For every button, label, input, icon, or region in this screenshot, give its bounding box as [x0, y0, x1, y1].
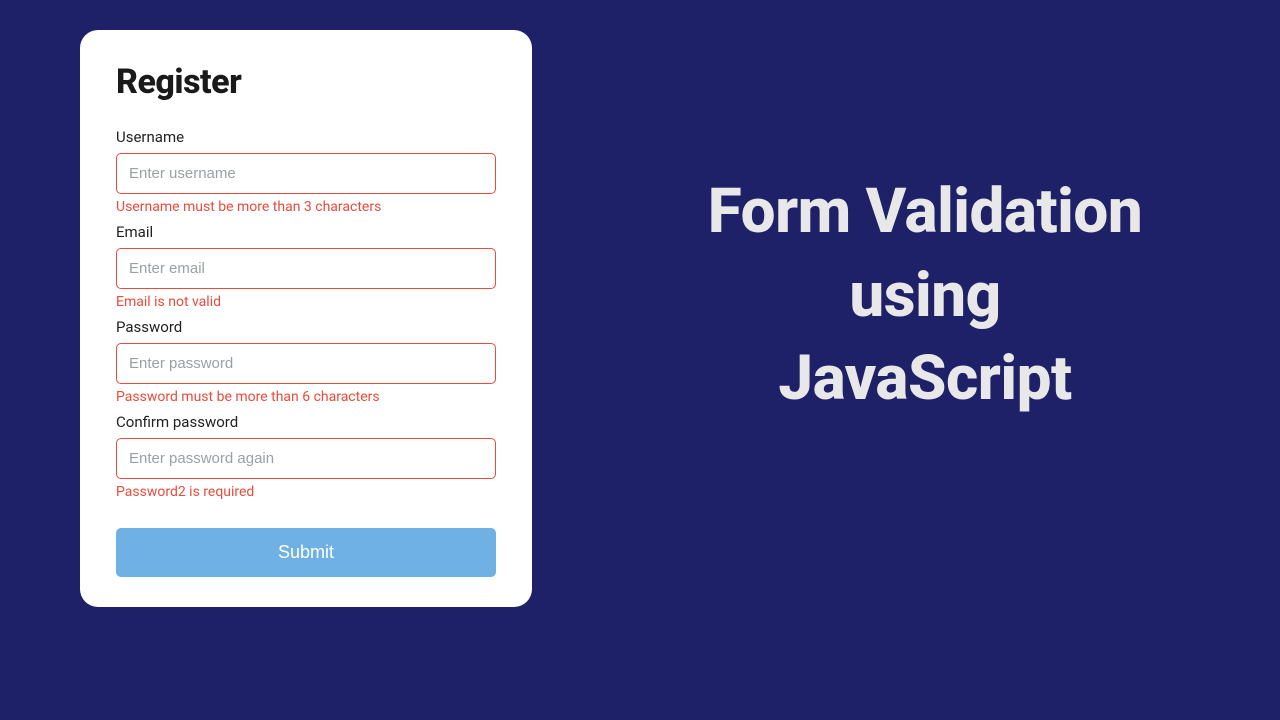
password-input[interactable] [116, 343, 496, 384]
password-error: Password must be more than 6 characters [116, 389, 496, 405]
submit-button[interactable]: Submit [116, 528, 496, 577]
email-field-group: Email Email is not valid [116, 223, 496, 310]
page-headline: Form Validation using JavaScript [620, 170, 1230, 421]
username-input[interactable] [116, 153, 496, 194]
headline-line-3: JavaScript [620, 337, 1230, 421]
username-label: Username [116, 128, 496, 146]
email-error: Email is not valid [116, 294, 496, 310]
password-label: Password [116, 318, 496, 336]
headline-line-1: Form Validation [620, 170, 1230, 254]
confirm-password-input[interactable] [116, 438, 496, 479]
username-error: Username must be more than 3 characters [116, 199, 496, 215]
email-label: Email [116, 223, 496, 241]
register-form-card: Register Username Username must be more … [80, 30, 532, 607]
confirm-password-label: Confirm password [116, 413, 496, 431]
username-field-group: Username Username must be more than 3 ch… [116, 128, 496, 215]
confirm-password-field-group: Confirm password Password2 is required [116, 413, 496, 500]
form-title: Register [116, 62, 496, 102]
confirm-password-error: Password2 is required [116, 484, 496, 500]
email-input[interactable] [116, 248, 496, 289]
headline-line-2: using [620, 254, 1230, 338]
password-field-group: Password Password must be more than 6 ch… [116, 318, 496, 405]
